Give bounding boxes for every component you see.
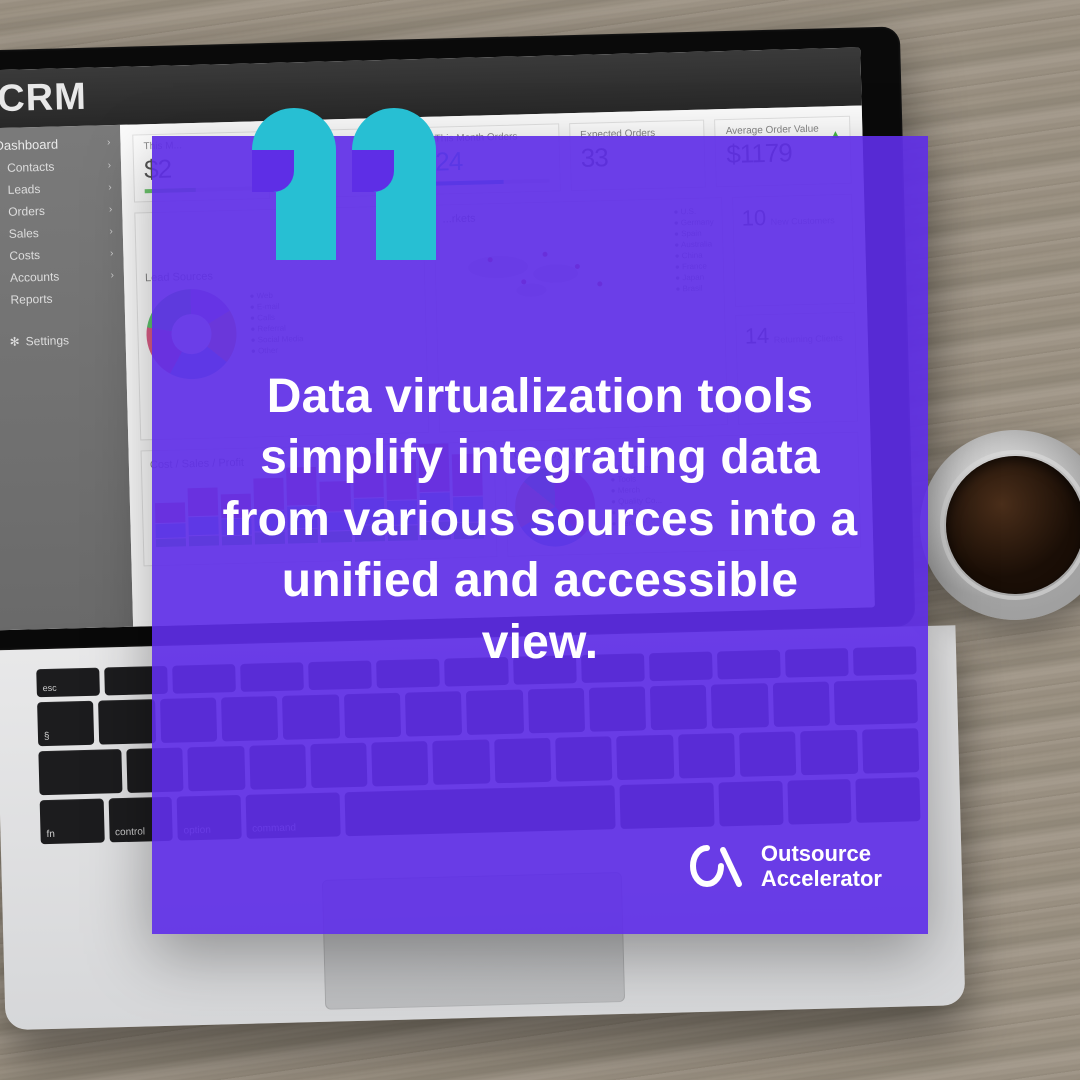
sidebar-item-label: Dashboard [0,137,58,154]
key [98,699,155,744]
brand-lockup: Outsource Accelerator [689,840,882,892]
sidebar-item-label: Sales [9,226,39,241]
chevron-right-icon: › [108,160,112,171]
key [38,749,122,795]
quote-text: Data virtualization tools simplify integ… [222,366,858,673]
key: § [37,701,94,746]
chevron-right-icon: › [109,204,113,215]
sidebar-item-label: Settings [26,333,70,348]
crm-title: CRM [0,75,87,120]
sidebar-item-label: Contacts [7,160,55,175]
brand-name: Outsource Accelerator [761,841,882,892]
sidebar-item-label: Accounts [10,270,60,285]
sidebar-item-label: Orders [8,204,45,219]
chevron-right-icon: › [107,137,111,148]
quote-card: Data virtualization tools simplify integ… [152,136,928,934]
sidebar-item-settings[interactable]: ✻ Settings [0,326,126,356]
sidebar-item-label: Leads [7,182,40,197]
brand-logo-icon [689,840,745,892]
chevron-right-icon: › [109,226,113,237]
stat-label: Average Order Value [726,123,840,137]
crm-sidebar: Dashboard › Contacts › Leads › Orders › [0,125,133,630]
brand-line1: Outsource [761,841,882,866]
chevron-right-icon: › [110,248,114,259]
chevron-right-icon: › [108,182,112,193]
sidebar-item-label: Reports [10,292,52,307]
gear-icon: ✻ [9,335,19,349]
chevron-right-icon: › [110,270,114,281]
sidebar-item-label: Costs [9,248,40,263]
key-esc: esc [36,668,100,698]
quote-mark-icon [252,108,436,258]
sidebar-item-reports[interactable]: Reports [0,286,125,312]
key-fn: fn [40,799,105,845]
brand-line2: Accelerator [761,866,882,891]
